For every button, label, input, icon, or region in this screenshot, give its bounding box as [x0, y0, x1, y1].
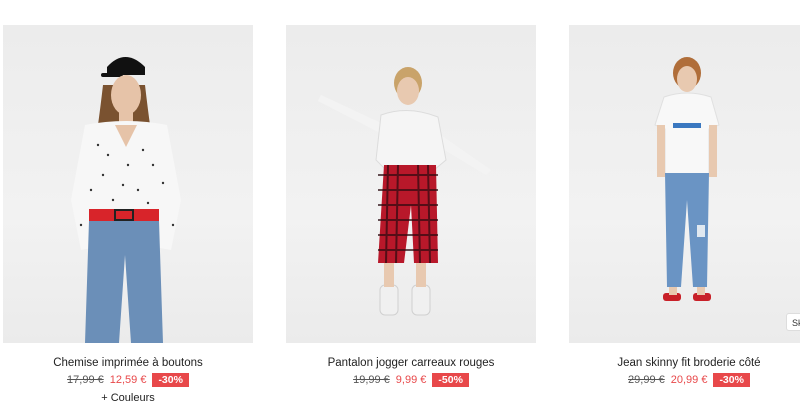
- price-row: 29,99 € 20,99 € -30%: [569, 373, 800, 387]
- product-image[interactable]: [3, 25, 253, 343]
- product-card[interactable]: Jean skinny fit broderie côté 29,99 € 20…: [569, 0, 800, 418]
- price-row: 19,99 € 9,99 € -50%: [286, 373, 536, 387]
- discount-badge: -30%: [152, 373, 189, 387]
- side-tab[interactable]: Sk: [786, 313, 800, 331]
- product-name[interactable]: Jean skinny fit broderie côté: [569, 357, 800, 369]
- product-name[interactable]: Chemise imprimée à boutons: [3, 357, 253, 369]
- sale-price: 12,59 €: [109, 374, 147, 386]
- product-image[interactable]: [569, 25, 800, 343]
- sale-price: 20,99 €: [670, 374, 708, 386]
- price-row: 17,99 € 12,59 € -30%: [3, 373, 253, 387]
- old-price: 17,99 €: [67, 374, 104, 386]
- more-colors-link[interactable]: + Couleurs: [3, 392, 253, 404]
- old-price: 19,99 €: [353, 374, 390, 386]
- sale-price: 9,99 €: [395, 374, 427, 386]
- product-card[interactable]: Pantalon jogger carreaux rouges 19,99 € …: [286, 0, 538, 418]
- product-image[interactable]: [286, 25, 536, 343]
- discount-badge: -30%: [713, 373, 750, 387]
- product-name[interactable]: Pantalon jogger carreaux rouges: [286, 357, 536, 369]
- discount-badge: -50%: [432, 373, 469, 387]
- old-price: 29,99 €: [628, 374, 665, 386]
- product-card[interactable]: Chemise imprimée à boutons 17,99 € 12,59…: [3, 0, 255, 418]
- product-grid: Chemise imprimée à boutons 17,99 € 12,59…: [0, 0, 800, 418]
